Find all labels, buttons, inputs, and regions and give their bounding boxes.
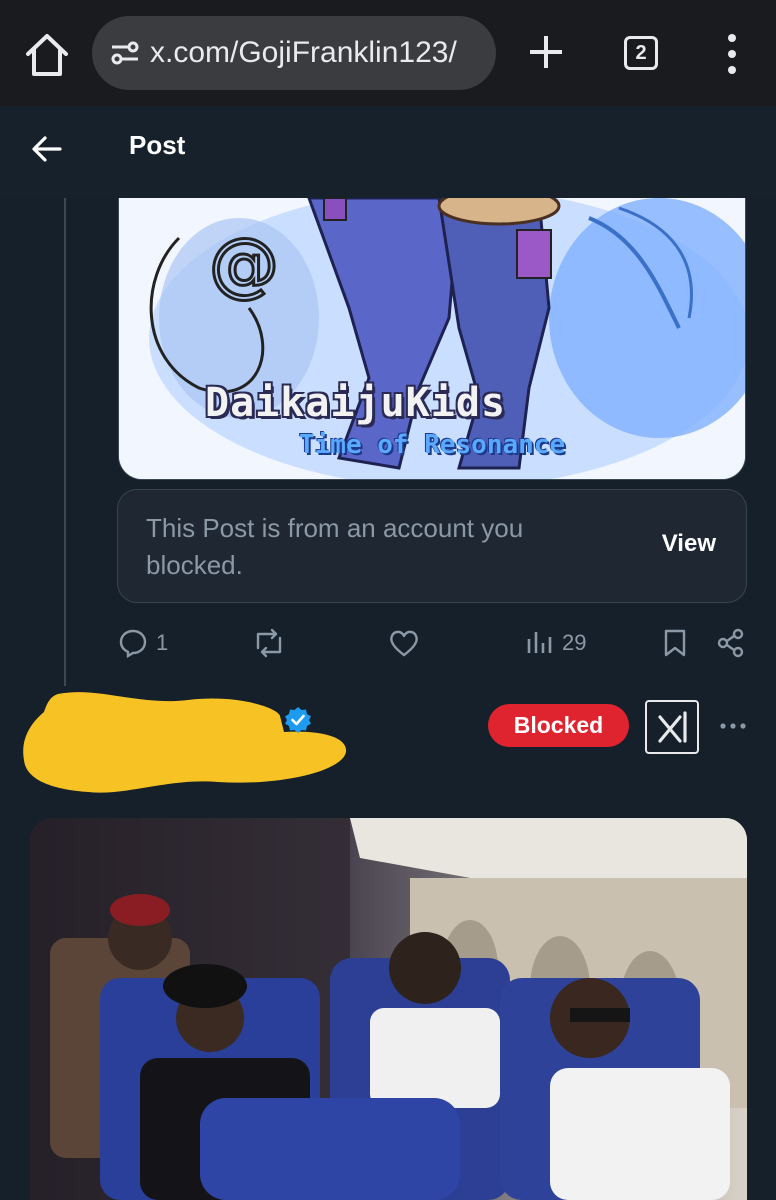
thread-connector [64, 198, 66, 686]
share-action[interactable] [716, 626, 746, 660]
artwork-title: DaikaijuKids [205, 380, 506, 426]
share-icon [717, 628, 744, 658]
repost-action[interactable] [252, 626, 286, 660]
airplane-cabin-photo [30, 818, 747, 1200]
heart-icon [390, 630, 418, 657]
repost-icon [256, 628, 282, 658]
url-text[interactable]: x.com/GojiFranklin123/ [150, 16, 457, 90]
verified-badge-icon [285, 707, 311, 733]
views-icon [527, 632, 552, 653]
artwork-subtitle: Time of Resonance [299, 430, 566, 460]
reply-count: 1 [156, 630, 169, 655]
views-action[interactable]: 29 [526, 626, 586, 660]
blocked-notice-text: This Post is from an account you blocked… [146, 513, 524, 580]
redaction-scribble [23, 692, 347, 793]
post-header [0, 106, 776, 198]
page-title: Post [129, 130, 186, 160]
back-arrow-icon[interactable] [30, 132, 64, 166]
artwork-image[interactable]: @ DaikaijuKids Time of Resonance [118, 198, 746, 480]
blocked-status-button[interactable]: Blocked [488, 704, 629, 747]
blocked-quote-notice: This Post is from an account you blocked… [117, 489, 747, 603]
bookmark-icon [664, 629, 686, 657]
like-action[interactable] [388, 626, 420, 660]
post-photo[interactable] [30, 818, 747, 1200]
reply-icon [119, 629, 147, 658]
new-tab-icon[interactable] [526, 32, 566, 72]
browser-menu-icon[interactable] [718, 32, 746, 76]
browser-toolbar: x.com/GojiFranklin123/ 2 [0, 0, 776, 107]
views-count: 29 [562, 630, 587, 655]
bookmark-action[interactable] [662, 626, 688, 660]
home-icon[interactable] [22, 30, 72, 80]
more-options-icon[interactable] [718, 716, 748, 736]
address-bar[interactable]: x.com/GojiFranklin123/ [92, 16, 496, 90]
site-settings-icon[interactable] [110, 40, 140, 66]
reply-action[interactable]: 1 [118, 626, 168, 660]
view-button[interactable]: View [662, 530, 716, 558]
tab-switcher-button[interactable]: 2 [624, 36, 658, 70]
svg-text:@: @ [209, 223, 279, 305]
grok-icon[interactable] [645, 700, 699, 754]
